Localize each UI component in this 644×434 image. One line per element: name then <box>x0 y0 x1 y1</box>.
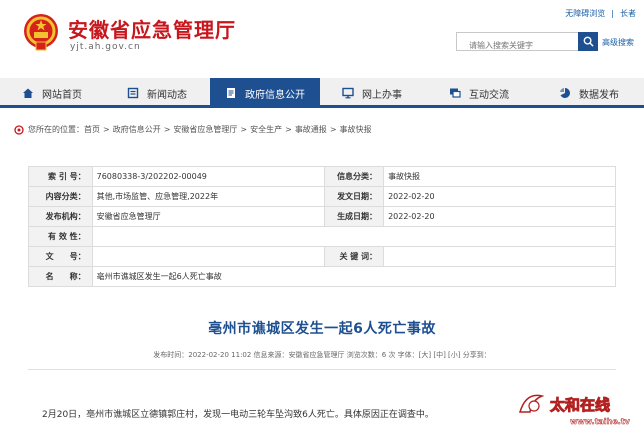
index-label: 索 引 号： <box>28 166 93 187</box>
table-row: 名 称： 亳州市谯城区发生一起6人死亡事故 <box>28 266 617 287</box>
article-title: 亳州市谯城区发生一起6人死亡事故 <box>208 321 436 337</box>
breadcrumb-separator: > <box>240 125 248 134</box>
taihe-online-watermark: 太和在线 www.taihe.tv <box>518 394 631 426</box>
nav-label-news: 新闻动态 <box>147 89 187 101</box>
nav-label-data-release: 数据发布 <box>579 89 619 101</box>
validity-label: 有 效 性： <box>28 226 93 247</box>
category-value: 事故快报 <box>383 166 616 187</box>
publisher-label: 发布机构： <box>28 206 93 227</box>
breadcrumb-home[interactable]: 首页 <box>84 124 100 135</box>
search-icon <box>583 36 594 47</box>
watermark-brand: 太和在线 <box>550 396 610 414</box>
search-input[interactable] <box>457 37 597 54</box>
top-links-separator: | <box>611 9 614 18</box>
issue-date-label: 发文日期： <box>323 186 385 207</box>
index-value: 76080338-3/202202-00049 <box>91 166 325 187</box>
watermark-url: www.taihe.tv <box>570 417 631 426</box>
nav-label-interaction: 互动交流 <box>469 89 509 101</box>
content-value: 其他,市场监管、应急管理,2022年 <box>91 186 325 207</box>
breadcrumb-separator: > <box>329 125 337 134</box>
docno-label: 文 号： <box>28 246 93 267</box>
breadcrumb-separator: > <box>163 125 171 134</box>
gen-date-value: 2022-02-20 <box>383 206 616 227</box>
breadcrumb-flash[interactable]: 事故快报 <box>340 124 372 135</box>
table-row: 文 号： 关 键 词： <box>28 246 616 267</box>
publisher-value: 安徽省应急管理厅 <box>91 206 325 227</box>
table-row: 内容分类： 其他,市场监管、应急管理,2022年 发文日期： 2022-02-2… <box>28 186 616 207</box>
breadcrumb: 您所在的位置： 首页 > 政府信息公开 > 安徽省应急管理厅 > 安全生产 > … <box>14 124 372 135</box>
document-icon <box>225 87 237 99</box>
page: 安徽省应急管理厅 yjt.ah.gov.cn 无障碍浏览 | 长者 高级搜索 网站首… <box>0 0 644 434</box>
keyword-value <box>383 246 616 267</box>
content-label: 内容分类： <box>28 186 93 207</box>
docno-value <box>91 246 325 267</box>
site-header: 安徽省应急管理厅 yjt.ah.gov.cn 无障碍浏览 | 长者 高级搜索 <box>0 0 644 78</box>
article-meta: 发布时间：2022-02-20 11:02 信息来源：安徽省应急管理厅 浏览次数… <box>153 351 491 359</box>
site-name: 安徽省应急管理厅 <box>68 18 236 42</box>
search-box <box>456 32 598 54</box>
category-label: 信息分类： <box>323 166 385 187</box>
nav-label-gov-info: 政府信息公开 <box>245 89 305 101</box>
breadcrumb-safety[interactable]: 安全生产 <box>250 124 282 135</box>
table-row: 发布机构： 安徽省应急管理厅 生成日期： 2022-02-20 <box>28 206 616 227</box>
elder-mode-link[interactable]: 长者 <box>620 9 636 18</box>
table-row: 有 效 性： <box>28 226 617 247</box>
location-icon <box>14 124 24 135</box>
nav-label-online-service: 网上办事 <box>362 89 402 101</box>
metadata-table: 索 引 号： 76080338-3/202202-00049 信息分类： 事故快… <box>28 166 617 287</box>
chart-icon <box>559 87 571 99</box>
home-icon <box>22 87 34 99</box>
nav-item-data-release[interactable]: 数据发布 <box>534 78 644 108</box>
table-row: 索 引 号： 76080338-3/202202-00049 信息分类： 事故快… <box>28 166 616 187</box>
article-body: 2月20日，亳州市谯城区立德镇郭庄村，发现一电动三轮车坠沟致6人死亡。具体原因正… <box>42 410 434 420</box>
nav-item-online-service[interactable]: 网上办事 <box>320 78 424 108</box>
site-domain: yjt.ah.gov.cn <box>70 42 141 52</box>
nav-item-gov-info[interactable]: 政府信息公开 <box>210 78 320 108</box>
breadcrumb-separator: > <box>103 125 110 134</box>
accessibility-link[interactable]: 无障碍浏览 <box>565 9 605 18</box>
search-button[interactable] <box>578 32 598 51</box>
keyword-label: 关 键 词： <box>323 246 385 267</box>
advanced-search-link[interactable]: 高级搜索 <box>602 37 634 48</box>
national-emblem-icon <box>24 14 58 51</box>
validity-value <box>91 226 617 247</box>
nav-item-home[interactable]: 网站首页 <box>0 78 104 108</box>
breadcrumb-separator: > <box>285 125 292 134</box>
nav-item-interaction[interactable]: 互动交流 <box>424 78 534 108</box>
divider <box>28 369 616 370</box>
name-value: 亳州市谯城区发生一起6人死亡事故 <box>91 266 617 287</box>
gen-date-label: 生成日期： <box>323 206 385 227</box>
nav-label-home: 网站首页 <box>42 89 82 101</box>
issue-date-value: 2022-02-20 <box>383 186 616 207</box>
watermark-logo-icon <box>518 394 545 413</box>
nav-item-news[interactable]: 新闻动态 <box>104 78 210 108</box>
breadcrumb-gov-info[interactable]: 政府信息公开 <box>113 124 161 135</box>
news-icon <box>127 87 139 99</box>
name-label: 名 称： <box>28 266 93 287</box>
breadcrumb-department[interactable]: 安徽省应急管理厅 <box>173 124 237 135</box>
main-nav: 网站首页 新闻动态 政府信息公开 网上办事 互动交流 数据发布 <box>0 78 644 108</box>
chat-icon <box>449 87 461 99</box>
monitor-icon <box>342 87 354 99</box>
breadcrumb-prefix: 您所在的位置： <box>28 125 84 134</box>
breadcrumb-notice[interactable]: 事故通报 <box>295 124 327 135</box>
top-links: 无障碍浏览 | 长者 <box>559 8 636 19</box>
